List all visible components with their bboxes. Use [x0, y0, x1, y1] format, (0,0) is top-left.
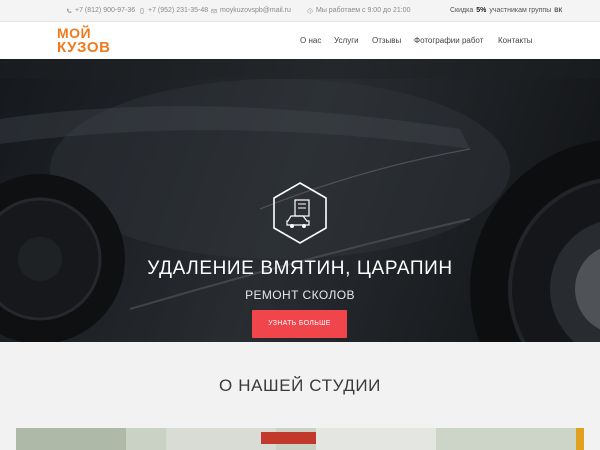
about-section: О НАШЕЙ СТУДИИ	[0, 342, 600, 450]
nav-item-contacts[interactable]: Контакты	[498, 36, 533, 45]
hero-title: УДАЛЕНИЕ ВМЯТИН, ЦАРАПИН	[147, 258, 453, 279]
service-hexagon-icon	[271, 181, 329, 245]
nav-item-reviews[interactable]: Отзывы	[372, 36, 401, 45]
logo-line-2: КУЗОВ	[57, 39, 111, 56]
learn-more-button[interactable]: УЗНАТЬ БОЛЬШЕ	[252, 310, 347, 338]
mobile-icon	[140, 7, 144, 14]
phone-2-text: +7 (952) 231-35-48	[148, 7, 209, 14]
about-title: О НАШЕЙ СТУДИИ	[219, 376, 381, 395]
phone-1-text: +7 (812) 900-97-36	[75, 7, 136, 14]
nav-item-photos[interactable]: Фотографии работ	[414, 36, 483, 45]
site-header: МОЙ КУЗОВ О нас Услуги Отзывы Фотографии…	[0, 22, 600, 59]
phone-icon	[66, 8, 72, 13]
vk-icon[interactable]: ВК	[554, 8, 562, 14]
hours-text: Мы работаем с 9:00 до 21:00	[316, 7, 411, 14]
discount-notice[interactable]: Скидка 5% участникам группы ВК	[450, 7, 562, 14]
nav-item-about[interactable]: О нас	[300, 36, 321, 45]
discount-value: 5%	[476, 7, 487, 14]
top-info-bar: +7 (812) 900-97-36 +7 (952) 231-35-48 mo…	[0, 0, 600, 22]
envelope-icon	[211, 8, 217, 13]
hero-subtitle: РЕМОНТ СКОЛОВ	[245, 288, 355, 302]
clock-icon	[307, 7, 313, 14]
email-text: moykuzovspb@mail.ru	[220, 7, 291, 14]
phone-2[interactable]: +7 (952) 231-35-48	[139, 7, 208, 14]
discount-prefix: Скидка	[450, 7, 474, 14]
discount-suffix: участникам группы	[489, 7, 552, 14]
logo-line-1: МОЙ	[57, 25, 92, 41]
phone-1[interactable]: +7 (812) 900-97-36	[66, 7, 135, 14]
email-link[interactable]: moykuzovspb@mail.ru	[211, 7, 291, 14]
nav-item-services[interactable]: Услуги	[334, 36, 359, 45]
hero-section: УДАЛЕНИЕ ВМЯТИН, ЦАРАПИН РЕМОНТ СКОЛОВ У…	[0, 59, 600, 342]
site-logo[interactable]: МОЙ КУЗОВ	[57, 26, 117, 56]
working-hours: Мы работаем с 9:00 до 21:00	[307, 7, 410, 14]
studio-photo	[16, 428, 584, 450]
